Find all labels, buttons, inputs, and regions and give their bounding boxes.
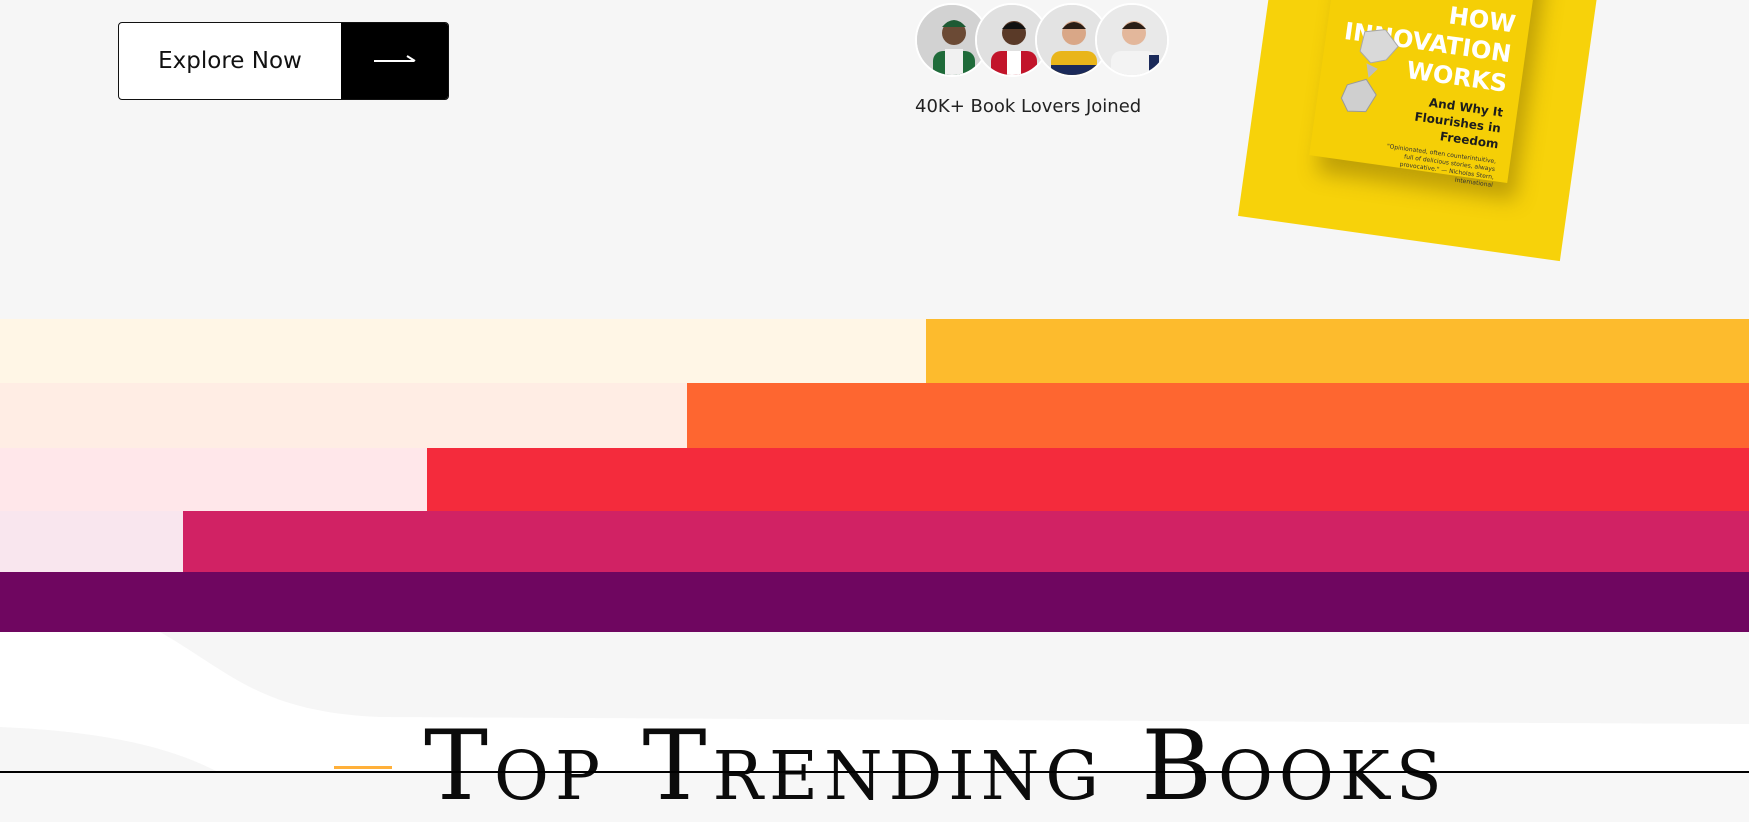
explore-now-label: Explore Now <box>158 48 302 74</box>
long-arrow-right-icon <box>341 23 448 99</box>
section-tag <box>334 766 392 769</box>
featured-book-image[interactable]: HOW INNOVATION WORKS And Why It Flourish… <box>1238 0 1603 262</box>
color-stripe-1 <box>0 319 1749 383</box>
avatar <box>1095 3 1169 77</box>
book-subtitle: And Why It Flourishes in Freedom <box>1413 95 1504 152</box>
color-stripe-3 <box>0 448 1749 511</box>
book-lovers-count: 40K+ Book Lovers Joined <box>915 96 1142 117</box>
color-stripe-5 <box>0 572 1749 632</box>
hero-section: Explore Now 40K+ Book Lovers Joined HOW … <box>0 0 1749 319</box>
section-heading: Top Trending Books <box>424 710 1448 822</box>
color-stripe-4 <box>0 511 1749 572</box>
explore-now-button[interactable]: Explore Now <box>118 22 449 100</box>
color-stripe-2 <box>0 383 1749 448</box>
book-cover: HOW INNOVATION WORKS And Why It Flourish… <box>1309 0 1542 189</box>
crumpled-paper-icon <box>1340 29 1399 113</box>
